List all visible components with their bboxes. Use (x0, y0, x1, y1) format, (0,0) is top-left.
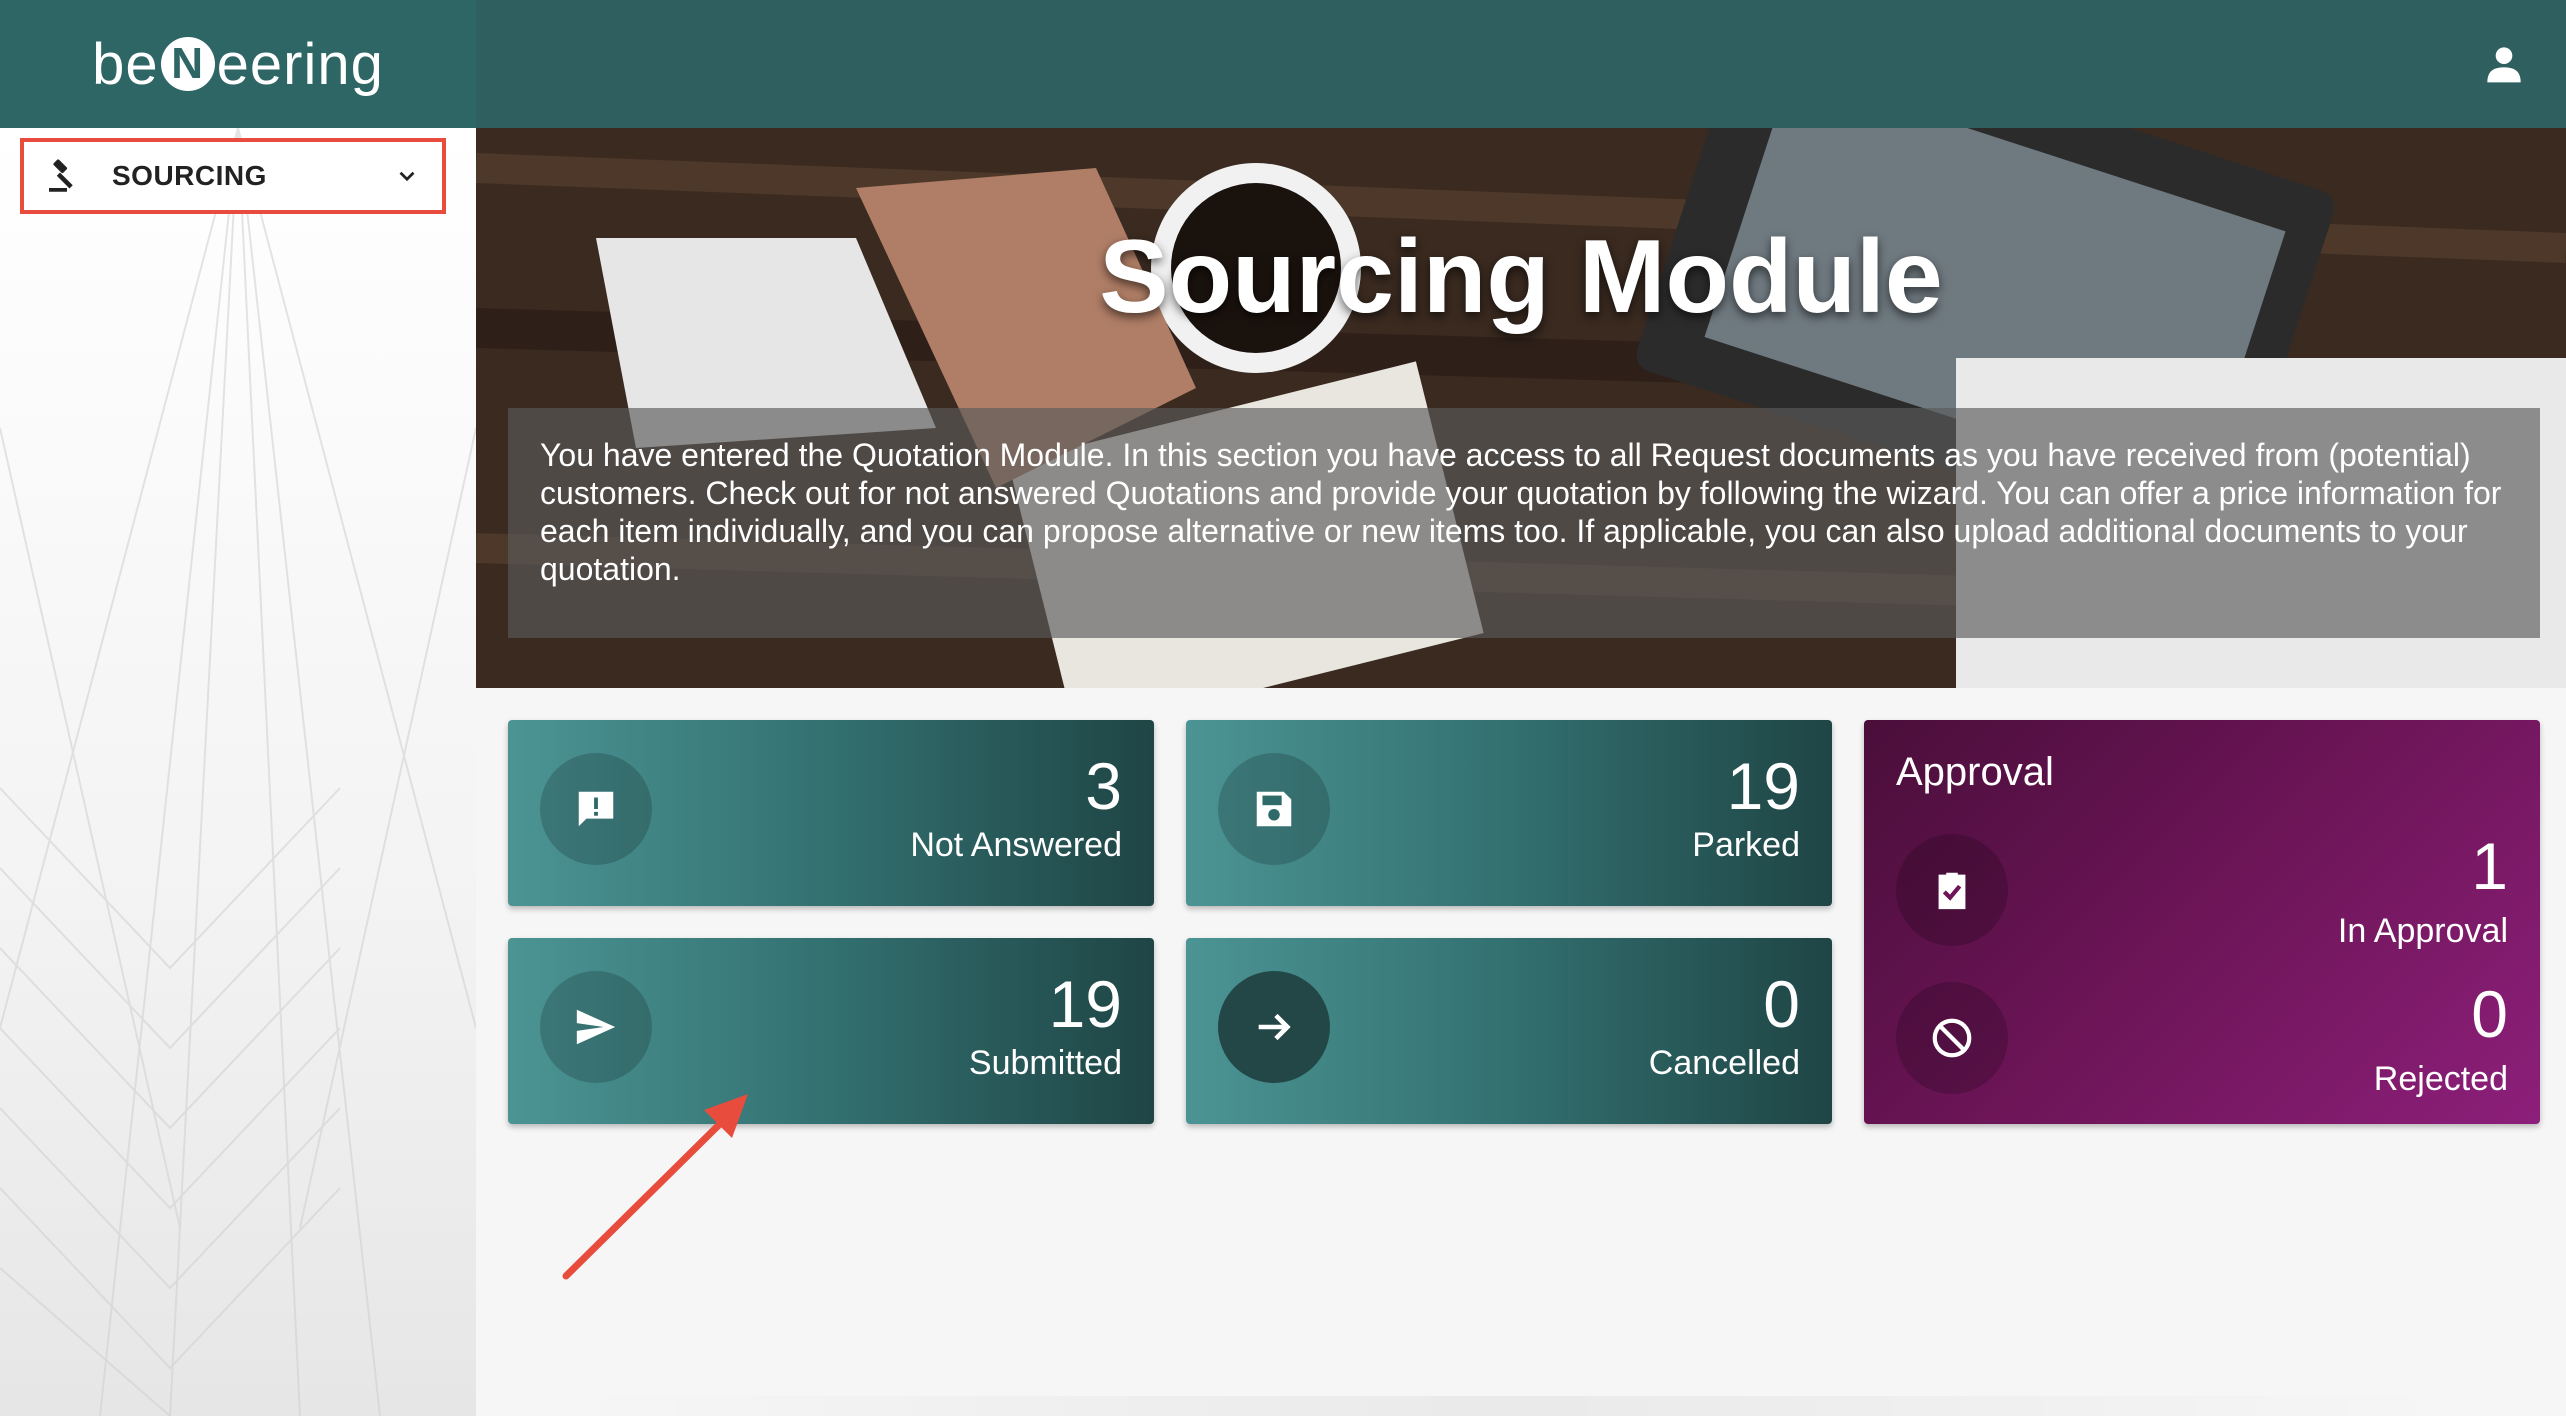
sidebar: SOURCING (0, 128, 476, 1416)
brand-suffix: eering (216, 31, 384, 97)
send-icon (576, 1009, 616, 1045)
parked-count: 19 (1726, 749, 1800, 823)
hero-description-box: You have entered the Quotation Module. I… (508, 408, 2540, 638)
alert-message-icon (578, 791, 614, 827)
arrow-right-icon (1258, 1013, 1291, 1041)
submitted-count: 19 (1048, 967, 1122, 1041)
brand-n-mark: N (160, 37, 215, 91)
save-icon (1256, 791, 1292, 827)
in-approval-count: 1 (2471, 829, 2508, 903)
brand-prefix: be (92, 31, 159, 97)
hero-banner: Sourcing Module You have entered the Quo… (476, 128, 2566, 688)
submitted-icon-wrap (540, 971, 652, 1083)
cancelled-label: Cancelled (1648, 1044, 1800, 1082)
user-icon[interactable] (2484, 44, 2524, 84)
rejected-label: Rejected (2373, 1060, 2508, 1098)
rejected-count: 0 (2471, 977, 2508, 1051)
submitted-label: Submitted (968, 1044, 1122, 1082)
parked-card[interactable]: 19 Parked (1186, 720, 1832, 906)
not-answered-label: Not Answered (910, 826, 1122, 864)
hero-description: You have entered the Quotation Module. I… (540, 437, 2502, 587)
top-bar: be Neering (0, 0, 2566, 128)
annotation-arrow (562, 1094, 748, 1280)
sidebar-item-sourcing[interactable]: SOURCING (20, 138, 446, 214)
block-icon (1932, 1018, 1972, 1058)
clipboard-check-icon (1938, 872, 1966, 910)
cancelled-icon-wrap (1218, 971, 1330, 1083)
approval-card: Approval 1 In Approval 0 Rejected (1864, 720, 2540, 1124)
in-approval-label: In Approval (2337, 912, 2508, 950)
approval-title: Approval (1896, 750, 2054, 794)
cancelled-card[interactable]: 0 Cancelled (1186, 938, 1832, 1124)
footer-shadow (560, 1396, 2460, 1416)
cancelled-count: 0 (1763, 967, 1800, 1041)
page-title: Sourcing Module (1099, 219, 1943, 335)
not-answered-count: 3 (1085, 749, 1122, 823)
brand-logo[interactable]: be Neering (0, 0, 476, 128)
gavel-icon (49, 159, 73, 192)
rejected-icon-wrap (1896, 982, 2008, 1094)
rejected-row[interactable]: 0 Rejected (1864, 977, 2540, 1098)
sidebar-item-label: SOURCING (112, 160, 267, 191)
parked-icon-wrap (1218, 753, 1330, 865)
parked-label: Parked (1692, 826, 1800, 864)
not-answered-card[interactable]: 3 Not Answered (508, 720, 1154, 906)
not-answered-icon-wrap (540, 753, 652, 865)
in-approval-icon-wrap (1896, 834, 2008, 946)
in-approval-row[interactable]: 1 In Approval (1864, 829, 2540, 950)
chevron-down-icon (399, 171, 415, 182)
building-background (0, 128, 476, 1416)
